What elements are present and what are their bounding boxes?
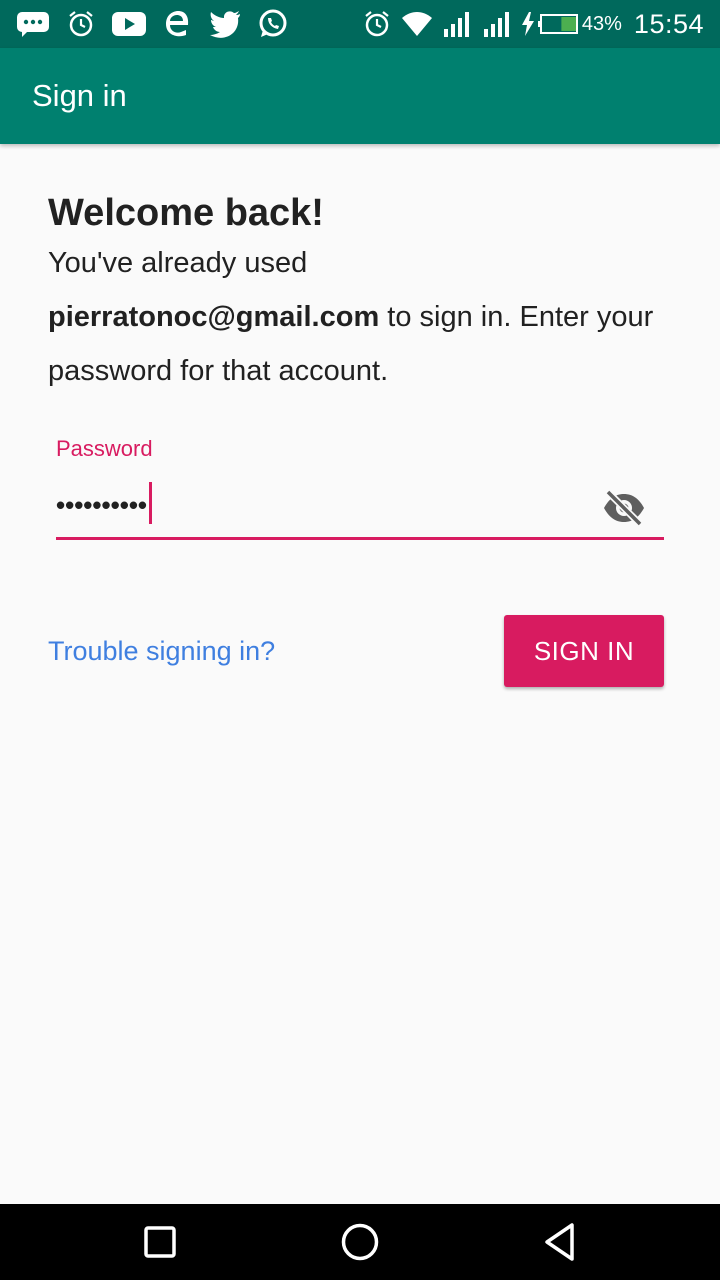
account-email: pierratonoc@gmail.com bbox=[48, 301, 380, 333]
welcome-prefix: You've already used bbox=[48, 247, 308, 279]
app-bar: Sign in bbox=[0, 48, 720, 144]
welcome-message: You've already used pierratonoc@gmail.co… bbox=[48, 236, 668, 398]
signal-icon bbox=[480, 5, 514, 43]
clock: 15:54 bbox=[633, 8, 704, 39]
wifi-icon bbox=[400, 5, 434, 43]
visibility-off-icon[interactable] bbox=[598, 484, 650, 532]
youtube-icon bbox=[110, 5, 148, 43]
password-input[interactable]: •••••••••• bbox=[56, 482, 664, 530]
signal-icon bbox=[440, 5, 474, 43]
password-field[interactable]: Password •••••••••• bbox=[56, 436, 664, 542]
battery-percentage: 43% bbox=[581, 12, 622, 35]
sign-in-button[interactable]: SIGN IN bbox=[504, 615, 664, 687]
whatsapp-icon bbox=[254, 5, 292, 43]
welcome-title: Welcome back! bbox=[48, 192, 324, 234]
home-icon[interactable] bbox=[336, 1218, 384, 1266]
text-cursor bbox=[149, 482, 153, 524]
alarm-icon bbox=[360, 5, 394, 43]
browser-icon bbox=[158, 5, 196, 43]
twitter-icon bbox=[206, 5, 244, 43]
password-label: Password bbox=[56, 436, 153, 461]
password-masked-text: •••••••••• bbox=[56, 489, 148, 520]
page-title: Sign in bbox=[32, 78, 127, 113]
password-underline bbox=[56, 537, 664, 540]
charging-icon bbox=[520, 5, 536, 43]
status-bar: 43% 15:54 bbox=[0, 0, 720, 48]
back-icon[interactable] bbox=[536, 1218, 584, 1266]
battery-icon bbox=[537, 5, 578, 43]
messages-icon bbox=[14, 5, 52, 43]
welcome-section: Welcome back! You've already used pierra… bbox=[48, 190, 668, 398]
recents-icon[interactable] bbox=[136, 1218, 184, 1266]
status-left-icons bbox=[14, 0, 302, 48]
password-value[interactable]: •••••••••• bbox=[56, 482, 153, 528]
trouble-signing-in-link[interactable]: Trouble signing in? bbox=[48, 636, 275, 667]
alarm-icon bbox=[62, 5, 100, 43]
navigation-bar bbox=[0, 1204, 720, 1280]
status-right-icons: 43% 15:54 bbox=[360, 0, 704, 48]
